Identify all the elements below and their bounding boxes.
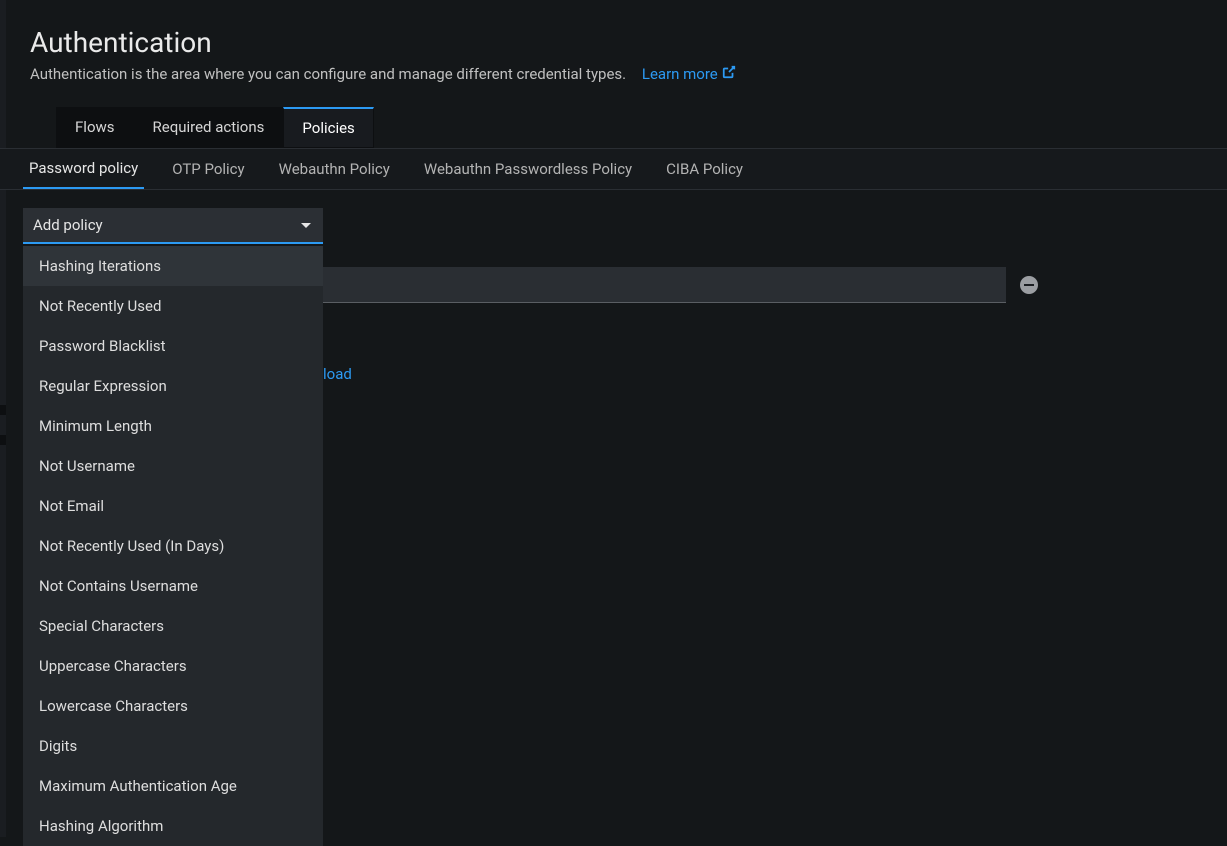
policy-option-lowercase-characters[interactable]: Lowercase Characters bbox=[23, 686, 323, 726]
subtab-webauthn-passwordless-policy[interactable]: Webauthn Passwordless Policy bbox=[418, 149, 638, 189]
policy-option-special-characters[interactable]: Special Characters bbox=[23, 606, 323, 646]
external-link-icon bbox=[722, 65, 736, 83]
policy-option-regular-expression[interactable]: Regular Expression bbox=[23, 366, 323, 406]
tab-flows[interactable]: Flows bbox=[56, 107, 134, 148]
policy-option-not-contains-username[interactable]: Not Contains Username bbox=[23, 566, 323, 606]
policy-option-maximum-authentication-age[interactable]: Maximum Authentication Age bbox=[23, 766, 323, 806]
minus-circle-icon[interactable] bbox=[1020, 276, 1038, 294]
policy-value-input[interactable] bbox=[323, 267, 1006, 303]
subtab-ciba-policy[interactable]: CIBA Policy bbox=[660, 149, 749, 189]
subtab-otp-policy[interactable]: OTP Policy bbox=[166, 149, 250, 189]
chevron-down-icon bbox=[301, 223, 311, 228]
policy-option-not-username[interactable]: Not Username bbox=[23, 446, 323, 486]
policy-option-not-email[interactable]: Not Email bbox=[23, 486, 323, 526]
policy-option-uppercase-characters[interactable]: Uppercase Characters bbox=[23, 646, 323, 686]
tab-required-actions[interactable]: Required actions bbox=[134, 107, 284, 148]
policy-option-not-recently-used[interactable]: Not Recently Used bbox=[23, 286, 323, 326]
learn-more-label: Learn more bbox=[642, 65, 718, 83]
partial-reload-link-fragment[interactable]: load bbox=[323, 365, 352, 383]
gutter-mark bbox=[0, 435, 6, 445]
policy-option-digits[interactable]: Digits bbox=[23, 726, 323, 766]
page-description-line: Authentication is the area where you can… bbox=[30, 65, 1197, 83]
secondary-tabs: Password policy OTP Policy Webauthn Poli… bbox=[0, 148, 1227, 190]
add-policy-label: Add policy bbox=[33, 216, 103, 234]
policy-option-hashing-algorithm[interactable]: Hashing Algorithm bbox=[23, 806, 323, 846]
content-area: load Add policy Hashing Iterations Not R… bbox=[23, 190, 1197, 244]
gutter-mark bbox=[0, 405, 6, 415]
policy-option-password-blacklist[interactable]: Password Blacklist bbox=[23, 326, 323, 366]
learn-more-link[interactable]: Learn more bbox=[642, 65, 736, 83]
policy-option-minimum-length[interactable]: Minimum Length bbox=[23, 406, 323, 446]
policy-option-hashing-iterations[interactable]: Hashing Iterations bbox=[23, 246, 323, 286]
subtab-webauthn-policy[interactable]: Webauthn Policy bbox=[273, 149, 396, 189]
minus-bar bbox=[1024, 284, 1034, 286]
add-policy-dropdown-panel: Hashing Iterations Not Recently Used Pas… bbox=[23, 246, 323, 846]
policy-option-not-recently-used-days[interactable]: Not Recently Used (In Days) bbox=[23, 526, 323, 566]
page-description: Authentication is the area where you can… bbox=[30, 65, 626, 83]
page-container: Authentication Authentication is the are… bbox=[0, 0, 1227, 244]
policy-value-row bbox=[323, 267, 1197, 303]
page-title: Authentication bbox=[30, 26, 1197, 59]
subtab-password-policy[interactable]: Password policy bbox=[23, 149, 144, 189]
tab-policies[interactable]: Policies bbox=[283, 107, 373, 148]
add-policy-dropdown-trigger[interactable]: Add policy bbox=[23, 208, 323, 244]
primary-tabs: Flows Required actions Policies bbox=[30, 107, 1197, 148]
